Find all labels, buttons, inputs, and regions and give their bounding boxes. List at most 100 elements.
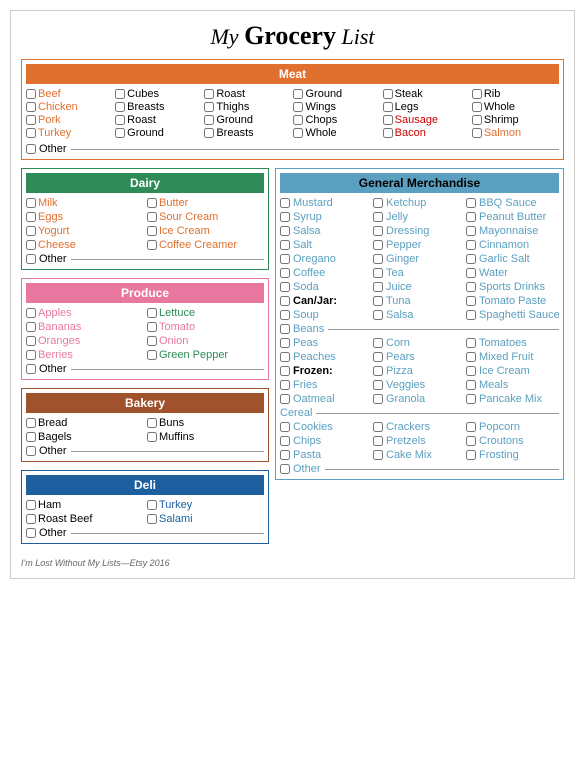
meat-roast2-cb[interactable] bbox=[115, 115, 125, 125]
meat-cubes-cb[interactable] bbox=[115, 89, 125, 99]
meat-chicken-cb[interactable] bbox=[26, 102, 36, 112]
gm-mustard-cb[interactable] bbox=[280, 198, 290, 208]
meat-steak-cb[interactable] bbox=[383, 89, 393, 99]
gm-syrup-cb[interactable] bbox=[280, 212, 290, 222]
gm-popcorn-cb[interactable] bbox=[466, 422, 476, 432]
bakery-buns-cb[interactable] bbox=[147, 418, 157, 428]
bakery-muffins-cb[interactable] bbox=[147, 432, 157, 442]
meat-ground3-cb[interactable] bbox=[115, 128, 125, 138]
gm-peas-cb[interactable] bbox=[280, 338, 290, 348]
dairy-coffcream-cb[interactable] bbox=[147, 240, 157, 250]
gm-frozen-cb[interactable] bbox=[280, 366, 290, 376]
deli-ham-cb[interactable] bbox=[26, 500, 36, 510]
produce-greenpepper-cb[interactable] bbox=[147, 350, 157, 360]
gm-spaghettisauce-cb[interactable] bbox=[466, 310, 476, 320]
gm-peaches-cb[interactable] bbox=[280, 352, 290, 362]
meat-salmon-cb[interactable] bbox=[472, 128, 482, 138]
produce-berries-cb[interactable] bbox=[26, 350, 36, 360]
gm-icecream-cb[interactable] bbox=[466, 366, 476, 376]
gm-canjar-cb[interactable] bbox=[280, 296, 290, 306]
dairy-sourcream-cb[interactable] bbox=[147, 212, 157, 222]
deli-salami-cb[interactable] bbox=[147, 514, 157, 524]
gm-salt-cb[interactable] bbox=[280, 240, 290, 250]
gm-tomatopaste-cb[interactable] bbox=[466, 296, 476, 306]
gm-salsa-cb[interactable] bbox=[280, 226, 290, 236]
produce-oranges-cb[interactable] bbox=[26, 336, 36, 346]
gm-peanutbutter-cb[interactable] bbox=[466, 212, 476, 222]
gm-granola-cb[interactable] bbox=[373, 394, 383, 404]
gm-salsa2-cb[interactable] bbox=[373, 310, 383, 320]
gm-corn-cb[interactable] bbox=[373, 338, 383, 348]
gm-crackers-cb[interactable] bbox=[373, 422, 383, 432]
meat-roast-cb[interactable] bbox=[204, 89, 214, 99]
gm-pasta-cb[interactable] bbox=[280, 450, 290, 460]
meat-turkey-cb[interactable] bbox=[26, 128, 36, 138]
bakery-bagels-cb[interactable] bbox=[26, 432, 36, 442]
gm-oregano-cb[interactable] bbox=[280, 254, 290, 264]
gm-pizza-cb[interactable] bbox=[373, 366, 383, 376]
dairy-butter-cb[interactable] bbox=[147, 198, 157, 208]
meat-wings-cb[interactable] bbox=[293, 102, 303, 112]
meat-thighs-cb[interactable] bbox=[204, 102, 214, 112]
gm-jelly-cb[interactable] bbox=[373, 212, 383, 222]
meat-sausage-cb[interactable] bbox=[383, 115, 393, 125]
gm-soup-cb[interactable] bbox=[280, 310, 290, 320]
gm-dressing-cb[interactable] bbox=[373, 226, 383, 236]
gm-pepper-cb[interactable] bbox=[373, 240, 383, 250]
dairy-yogurt-cb[interactable] bbox=[26, 226, 36, 236]
dairy-icecream-cb[interactable] bbox=[147, 226, 157, 236]
gm-water-cb[interactable] bbox=[466, 268, 476, 278]
dairy-milk-cb[interactable] bbox=[26, 198, 36, 208]
gm-fries-cb[interactable] bbox=[280, 380, 290, 390]
gm-other-cb[interactable] bbox=[280, 464, 290, 474]
gm-tomatoes-cb[interactable] bbox=[466, 338, 476, 348]
deli-other-cb[interactable] bbox=[26, 528, 36, 538]
gm-chips-cb[interactable] bbox=[280, 436, 290, 446]
deli-roastbeef-cb[interactable] bbox=[26, 514, 36, 524]
gm-cookies-cb[interactable] bbox=[280, 422, 290, 432]
gm-coffee-cb[interactable] bbox=[280, 268, 290, 278]
gm-mixedfruit-cb[interactable] bbox=[466, 352, 476, 362]
gm-croutons-cb[interactable] bbox=[466, 436, 476, 446]
meat-rib-cb[interactable] bbox=[472, 89, 482, 99]
gm-oatmeal-cb[interactable] bbox=[280, 394, 290, 404]
dairy-eggs-cb[interactable] bbox=[26, 212, 36, 222]
meat-beef-cb[interactable] bbox=[26, 89, 36, 99]
gm-meals-cb[interactable] bbox=[466, 380, 476, 390]
meat-legs-cb[interactable] bbox=[383, 102, 393, 112]
gm-veggies-cb[interactable] bbox=[373, 380, 383, 390]
meat-pork-cb[interactable] bbox=[26, 115, 36, 125]
produce-onion-cb[interactable] bbox=[147, 336, 157, 346]
gm-pancakemix-cb[interactable] bbox=[466, 394, 476, 404]
gm-garlicsalt-cb[interactable] bbox=[466, 254, 476, 264]
bakery-bread-cb[interactable] bbox=[26, 418, 36, 428]
dairy-other-cb[interactable] bbox=[26, 254, 36, 264]
meat-breasts2-cb[interactable] bbox=[204, 128, 214, 138]
gm-bbq-cb[interactable] bbox=[466, 198, 476, 208]
gm-cakemix-cb[interactable] bbox=[373, 450, 383, 460]
gm-pretzels-cb[interactable] bbox=[373, 436, 383, 446]
meat-breasts-cb[interactable] bbox=[115, 102, 125, 112]
gm-sportsdrinks-cb[interactable] bbox=[466, 282, 476, 292]
produce-apples-cb[interactable] bbox=[26, 308, 36, 318]
deli-turkey-cb[interactable] bbox=[147, 500, 157, 510]
gm-ginger-cb[interactable] bbox=[373, 254, 383, 264]
gm-frosting-cb[interactable] bbox=[466, 450, 476, 460]
gm-tea-cb[interactable] bbox=[373, 268, 383, 278]
gm-mayo-cb[interactable] bbox=[466, 226, 476, 236]
gm-soda-cb[interactable] bbox=[280, 282, 290, 292]
dairy-cheese-cb[interactable] bbox=[26, 240, 36, 250]
produce-bananas-cb[interactable] bbox=[26, 322, 36, 332]
gm-cinnamon-cb[interactable] bbox=[466, 240, 476, 250]
gm-tuna-cb[interactable] bbox=[373, 296, 383, 306]
meat-ground-cb[interactable] bbox=[293, 89, 303, 99]
gm-beans-cb[interactable] bbox=[280, 324, 290, 334]
gm-juice-cb[interactable] bbox=[373, 282, 383, 292]
meat-shrimp-cb[interactable] bbox=[472, 115, 482, 125]
gm-ketchup-cb[interactable] bbox=[373, 198, 383, 208]
meat-whole-cb[interactable] bbox=[472, 102, 482, 112]
meat-whole2-cb[interactable] bbox=[293, 128, 303, 138]
meat-chops-cb[interactable] bbox=[293, 115, 303, 125]
meat-bacon-cb[interactable] bbox=[383, 128, 393, 138]
produce-other-cb[interactable] bbox=[26, 364, 36, 374]
